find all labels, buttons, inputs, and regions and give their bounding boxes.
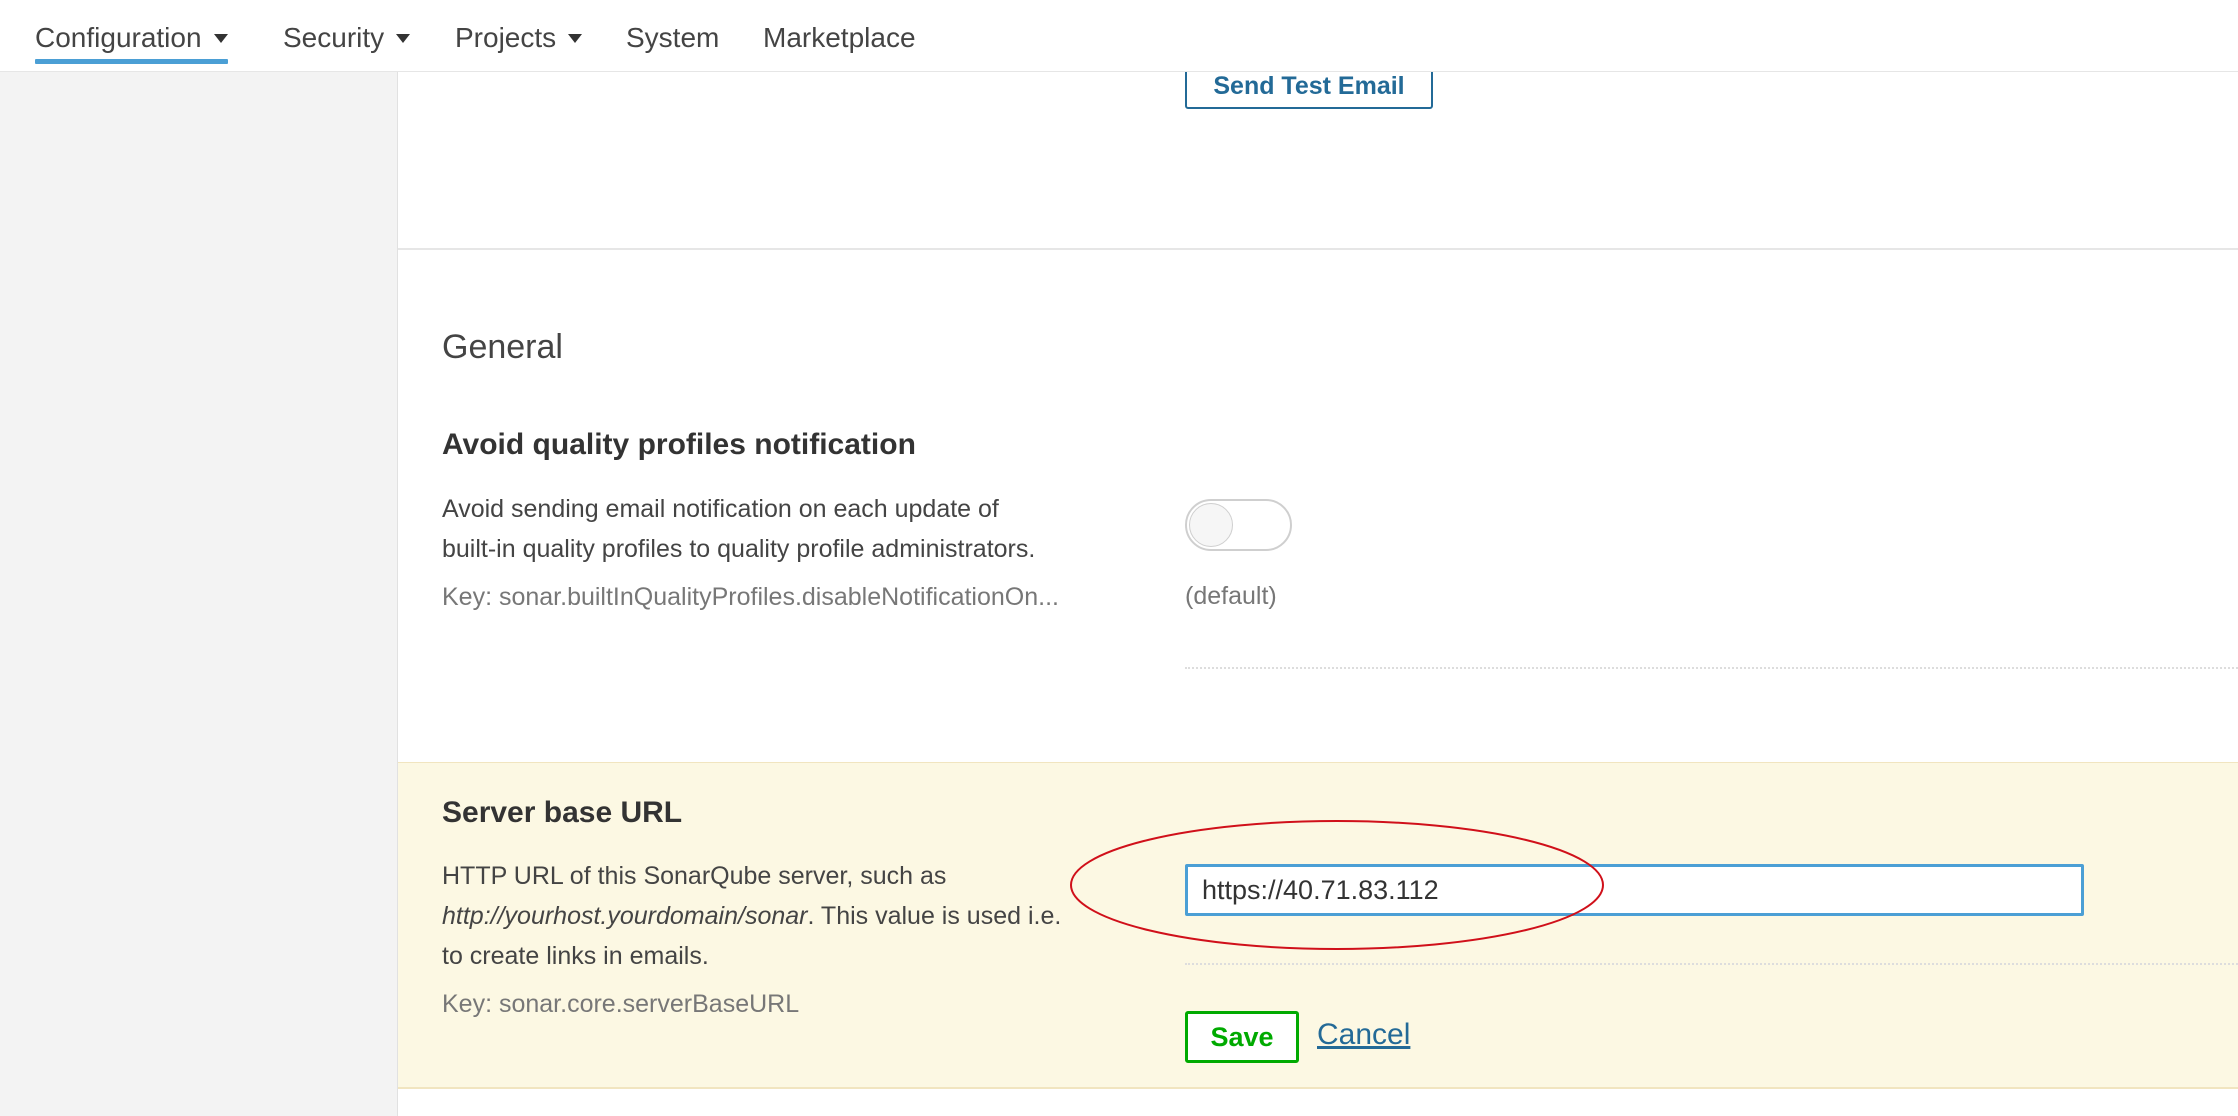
description-line: to create links in emails.	[442, 942, 709, 970]
nav-configuration[interactable]: Configuration	[35, 22, 228, 64]
description-text: . This value is used i.e.	[807, 902, 1062, 930]
section-title-general: General	[442, 328, 563, 366]
setting-description-quality-profiles: Avoid sending email notification on each…	[442, 489, 1102, 569]
nav-configuration-label: Configuration	[35, 22, 202, 53]
default-value-note: (default)	[1185, 582, 1277, 610]
description-line: HTTP URL of this SonarQube server, such …	[442, 856, 1102, 896]
setting-key-server-base-url: Key: sonar.core.serverBaseURL	[442, 990, 800, 1018]
top-navigation: Configuration Security Projects System M…	[0, 0, 2238, 72]
caret-down-icon	[568, 33, 583, 43]
description-line: http://yourhost.yourdomain/sonar. This v…	[442, 896, 1102, 936]
section-divider	[398, 1087, 2238, 1088]
server-base-url-input[interactable]	[1185, 864, 2084, 916]
section-divider	[398, 248, 2238, 250]
nav-security[interactable]: Security	[283, 22, 411, 54]
nav-projects-label: Projects	[455, 22, 557, 53]
setting-description-server-base-url: HTTP URL of this SonarQube server, such …	[442, 856, 1102, 976]
nav-system-label: System	[626, 22, 720, 53]
nav-marketplace[interactable]: Marketplace	[763, 22, 916, 54]
setting-key-quality-profiles: Key: sonar.builtInQualityProfiles.disabl…	[442, 583, 1059, 611]
nav-marketplace-label: Marketplace	[763, 22, 916, 53]
nav-projects[interactable]: Projects	[455, 22, 583, 54]
example-url: http://yourhost.yourdomain/sonar	[442, 902, 808, 930]
caret-down-icon	[396, 33, 411, 43]
dotted-separator	[1185, 667, 2238, 669]
dotted-separator	[1185, 963, 2238, 965]
setting-title-quality-profiles: Avoid quality profiles notification	[442, 428, 916, 461]
settings-sidebar	[0, 72, 398, 1116]
description-line: built-in quality profiles to quality pro…	[442, 535, 1036, 563]
description-text: HTTP URL of this SonarQube server, such …	[442, 862, 947, 890]
save-button[interactable]: Save	[1185, 1011, 1299, 1063]
quality-profiles-notification-toggle[interactable]	[1185, 499, 1292, 551]
description-line: Avoid sending email notification on each…	[442, 495, 999, 523]
toggle-knob	[1189, 503, 1233, 547]
cancel-link[interactable]: Cancel	[1317, 1018, 1410, 1052]
setting-title-server-base-url: Server base URL	[442, 796, 683, 829]
nav-security-label: Security	[283, 22, 385, 53]
caret-down-icon	[213, 33, 228, 43]
nav-system[interactable]: System	[626, 22, 719, 54]
